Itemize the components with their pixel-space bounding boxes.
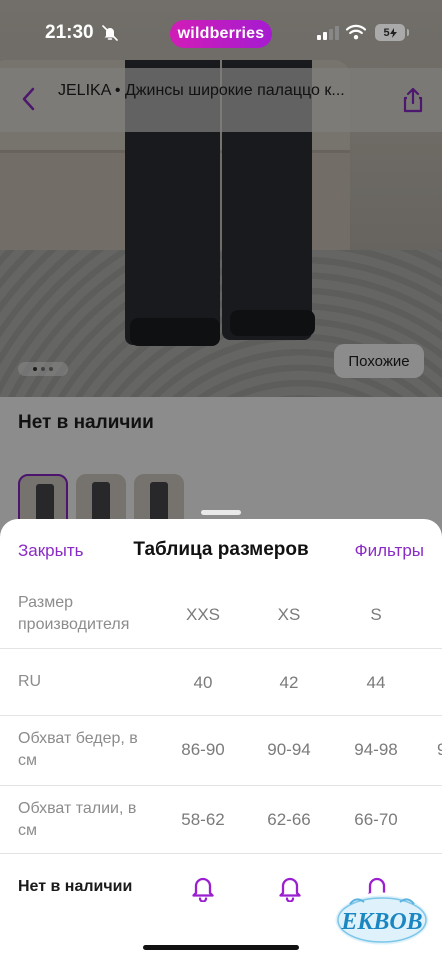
bell-icon[interactable] [277, 874, 303, 902]
table-cell: 86-90 [181, 740, 225, 759]
table-cell: S [370, 605, 382, 624]
table-cell-clipped: 9 [437, 740, 442, 759]
table-cell: 94-98 [354, 740, 398, 759]
row-label: Обхват бедер, в см [18, 730, 138, 769]
home-indicator [143, 945, 299, 950]
row-label: Обхват талии, в см [18, 800, 137, 839]
table-row: RU 40 42 44 [0, 649, 442, 716]
table-cell: XS [277, 605, 301, 624]
wildberries-badge[interactable]: wildberries [170, 20, 272, 48]
table-cell: XXS [185, 605, 221, 624]
status-time: 21:30 [45, 22, 94, 43]
row-label: Размер производителя [18, 594, 130, 633]
ekbob-logo: EKBOB [332, 892, 432, 948]
stock-status: Нет в наличии [18, 878, 133, 895]
table-row: Обхват талии, в см 58-62 62-66 66-70 [0, 786, 442, 854]
wifi-icon [346, 24, 366, 40]
cellular-signal-icon [317, 26, 339, 40]
table-row: Размер производителя XXS XS S [0, 581, 442, 649]
bell-icon[interactable] [190, 874, 216, 902]
battery-indicator: 5 [375, 24, 409, 41]
table-cell: 66-70 [354, 810, 398, 829]
row-label: RU [18, 673, 42, 690]
charging-bolt-icon [389, 27, 397, 38]
status-bar: 21:30 wildberries 5 [0, 0, 442, 68]
table-cell: 62-66 [267, 810, 311, 829]
table-row: Обхват бедер, в см 86-90 90-94 94-98 9 [0, 716, 442, 786]
table-cell: 58-62 [181, 810, 225, 829]
ekbob-logo-text: EKBOB [340, 909, 422, 935]
table-cell: 90-94 [267, 740, 311, 759]
table-cell: 42 [279, 673, 299, 692]
filters-button[interactable]: Фильтры [355, 541, 424, 561]
table-cell: 40 [193, 673, 213, 692]
bell-off-icon [102, 25, 118, 41]
sheet-grabber[interactable] [201, 510, 241, 515]
sheet-header: Закрыть Таблица размеров Фильтры [0, 519, 442, 581]
table-cell: 44 [366, 673, 386, 692]
